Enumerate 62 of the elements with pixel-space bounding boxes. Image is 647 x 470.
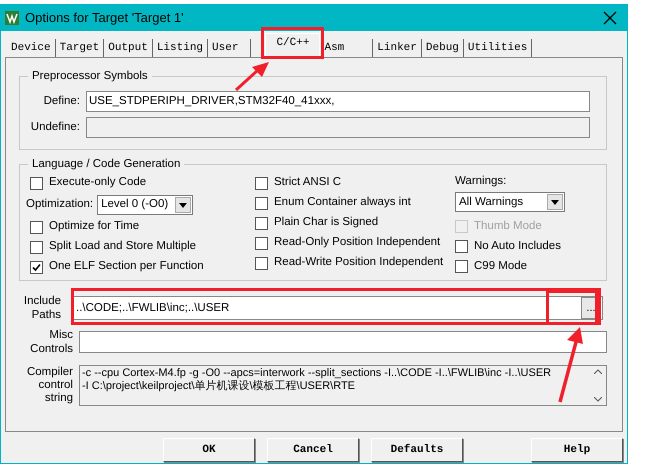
compiler-string-line: -I C:\project\keilproject\单片机课设\模板工程\USER\RTE	[82, 380, 356, 393]
dialog-button[interactable]: OK	[163, 438, 255, 462]
tab[interactable]: Debug	[422, 39, 464, 57]
dialog-button[interactable]: Cancel	[267, 438, 359, 462]
tab[interactable]: Output	[104, 39, 153, 57]
group-title: Preprocessor Symbols	[28, 68, 152, 84]
checkbox-label: Enum Container always int	[274, 195, 411, 210]
checkbox-label: Read-Only Position Independent	[274, 235, 440, 250]
checkbox[interactable]	[455, 260, 468, 273]
highlight-box	[261, 27, 324, 59]
optimization-label: Optimization:	[26, 197, 94, 212]
tab[interactable]: Device	[7, 39, 56, 57]
undefine-label: Undefine:	[30, 120, 80, 135]
checkbox-label: Optimize for Time	[49, 219, 140, 234]
checkbox[interactable]	[30, 260, 43, 274]
tab[interactable]: Listing	[152, 39, 208, 57]
scroll-up-icon[interactable]	[594, 369, 602, 374]
checkbox[interactable]	[255, 256, 268, 270]
checkbox[interactable]	[455, 240, 468, 253]
checkbox[interactable]	[30, 176, 43, 190]
misc-controls-label: Misc Controls	[29, 328, 73, 356]
dropdown-value: Level 0 (-O0)	[100, 197, 170, 212]
tab[interactable]: Asm	[320, 39, 374, 57]
checkbox-label: One ELF Section per Function	[49, 259, 204, 274]
checkbox[interactable]	[255, 176, 268, 190]
scroll-down-icon[interactable]	[594, 397, 602, 402]
define-field[interactable]: USE_STDPERIPH_DRIVER,STM32F40_41xxx,	[86, 91, 590, 112]
compiler-string-line: -c --cpu Cortex-M4.fp -g -O0 --apcs=interwork --split_sections -I..\CODE -I..\FWLIB\inc -I..\USER	[82, 367, 552, 380]
arrow	[234, 62, 270, 92]
checkbox-label: No Auto Includes	[474, 238, 561, 254]
define-label: Define:	[42, 94, 80, 109]
dropdown-value: All Warnings	[458, 194, 524, 210]
include-paths-label: Include Paths	[22, 294, 62, 322]
checkbox[interactable]	[30, 220, 43, 234]
checkbox-label: Plain Char is Signed	[274, 215, 378, 230]
tab[interactable]: Target	[56, 39, 104, 57]
dialog-button[interactable]: Help	[531, 438, 623, 462]
app-logo-icon	[5, 11, 19, 25]
checkbox-label: Read-Write Position Independent	[274, 255, 444, 270]
window-title: Options for Target 'Target 1'	[25, 9, 185, 28]
dropdown[interactable]: Level 0 (-O0)	[97, 195, 194, 215]
checkmark-icon	[32, 262, 41, 272]
tab[interactable]: Utilities	[464, 39, 532, 57]
checkbox[interactable]	[255, 196, 268, 210]
warnings-label: Warnings:	[455, 174, 508, 189]
checkbox-label: Thumb Mode	[474, 218, 542, 234]
checkbox[interactable]	[255, 236, 268, 250]
checkbox[interactable]	[30, 240, 43, 254]
tab[interactable]: User	[208, 39, 252, 57]
tab[interactable]: C/C++	[265, 33, 320, 57]
misc-controls-field[interactable]	[79, 331, 607, 353]
checkbox-label: C99 Mode	[474, 258, 528, 274]
close-icon[interactable]	[603, 11, 617, 25]
compiler-string-label: Compiler control string	[26, 365, 73, 405]
dropdown[interactable]: All Warnings	[455, 192, 565, 212]
checkbox-label: Split Load and Store Multiple	[49, 239, 196, 254]
tab[interactable]: Linker	[373, 39, 422, 57]
dialog-button[interactable]: Defaults	[371, 438, 463, 462]
checkbox-label: Execute-only Code	[49, 175, 146, 190]
checkbox-label: Strict ANSI C	[274, 175, 342, 190]
group-title: Language / Code Generation	[28, 156, 184, 172]
checkbox[interactable]	[255, 216, 268, 230]
